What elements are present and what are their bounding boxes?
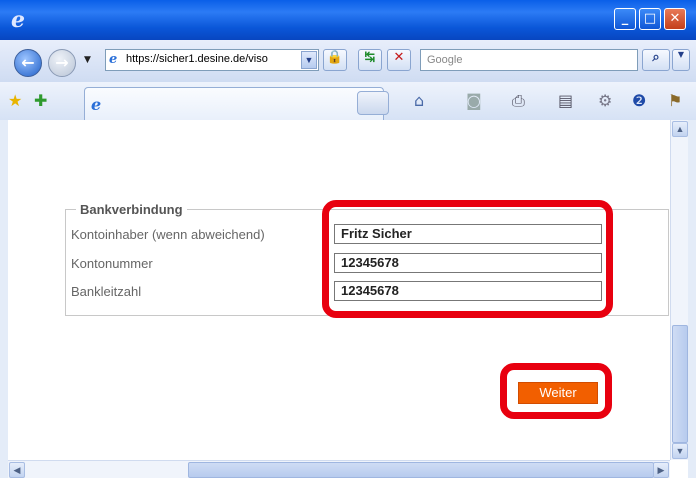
horizontal-scroll-thumb[interactable] [188,462,654,478]
address-bar[interactable]: e https://sicher1.desine.de/viso ▼ [105,49,319,71]
tab-active[interactable]: e [84,87,384,120]
refresh-icon[interactable]: ↹ [358,49,382,71]
forward-icon[interactable]: → [48,49,76,77]
frame-left [0,120,8,478]
scroll-right-icon[interactable]: ▶ [653,462,669,478]
frame-right [688,120,696,478]
navigation-bar: ← → ▼ e https://sicher1.desine.de/viso ▼… [0,40,696,83]
fieldset-legend: Bankverbindung [80,202,183,217]
search-placeholder: Google [427,54,463,66]
ie-logo-icon: e [11,7,25,33]
maximize-button[interactable]: □ [639,8,661,30]
new-tab-button[interactable] [357,91,389,115]
scroll-left-icon[interactable]: ◀ [9,462,25,478]
star-icon[interactable]: ★ [8,91,22,110]
search-input[interactable]: Google [420,49,638,71]
title-bar: e _ □ ✕ [0,0,696,40]
tools-icon[interactable]: ⚙ [598,91,612,110]
address-dropdown-icon[interactable]: ▼ [301,51,317,69]
history-dropdown-icon[interactable]: ▼ [84,55,91,65]
research-icon[interactable]: ⚑ [668,91,682,110]
page-menu-icon[interactable]: ▤ [558,91,573,110]
rss-icon[interactable]: ◙ [466,91,482,110]
stop-icon[interactable]: ✕ [387,49,411,71]
scroll-down-icon[interactable]: ▼ [672,443,688,459]
vertical-scrollbar[interactable]: ▲ ▼ [670,120,688,460]
fields-highlight [322,200,613,318]
search-icon[interactable]: ⌕ [642,49,670,71]
scroll-up-icon[interactable]: ▲ [672,121,688,137]
account-number-label: Kontonummer [71,256,153,271]
page-icon: e [109,52,118,67]
account-holder-label: Kontoinhaber (wenn abweichend) [71,227,265,242]
home-icon[interactable]: ⌂ [414,91,424,110]
print-icon[interactable]: ⎙ [512,91,525,111]
add-favorite-icon[interactable]: ✚ [34,91,47,110]
button-highlight [500,363,612,419]
lock-icon[interactable]: 🔒 [323,49,347,71]
search-options-icon[interactable]: ▼ [672,49,690,71]
back-icon[interactable]: ← [14,49,42,77]
page-content: Bankverbindung Kontoinhaber (wenn abweic… [8,120,670,460]
address-url[interactable]: https://sicher1.desine.de/viso [126,53,268,65]
vertical-scroll-thumb[interactable] [672,325,688,443]
horizontal-scrollbar[interactable]: ◀ ▶ [8,460,670,478]
minimize-button[interactable]: _ [614,8,636,30]
help-icon[interactable]: ❷ [632,91,646,110]
bank-code-label: Bankleitzahl [71,284,142,299]
tab-bar: ★ ✚ e ⌂ ◙ ⎙ ▤ ⚙ ❷ ⚑ [0,82,696,121]
page-icon: e [91,95,102,114]
close-button[interactable]: ✕ [664,8,686,30]
